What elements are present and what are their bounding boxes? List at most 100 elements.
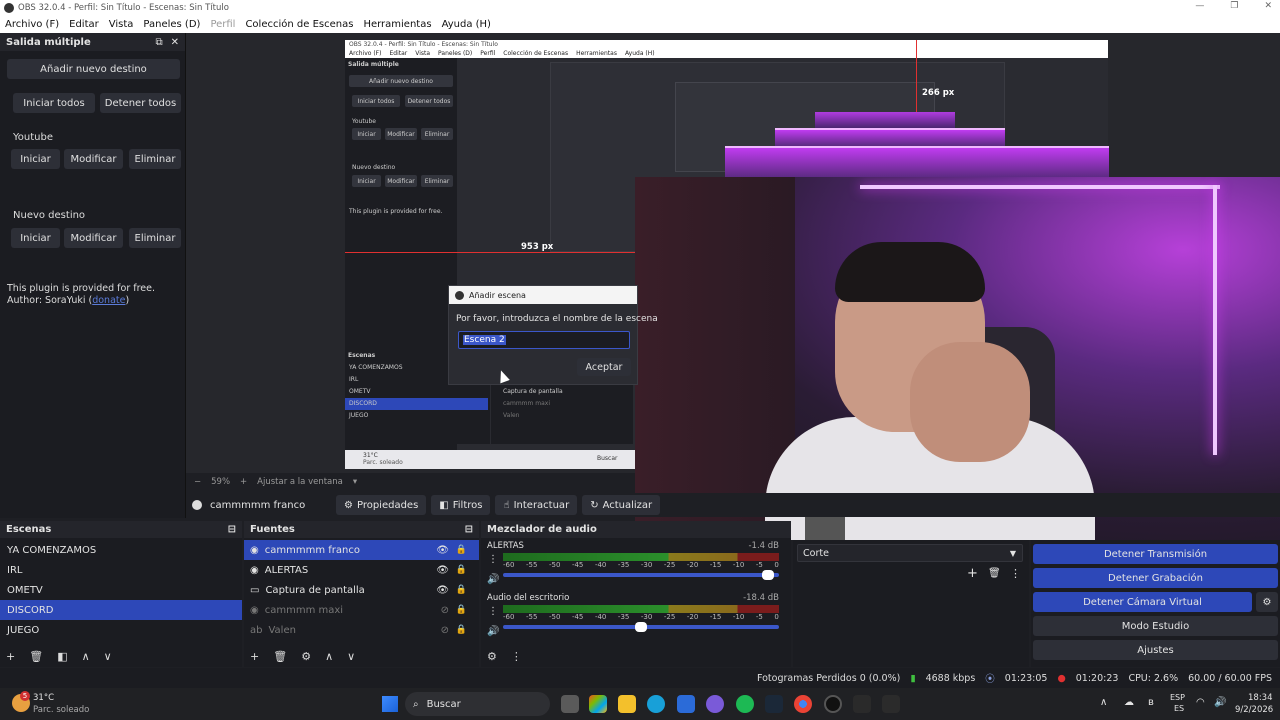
gear-icon[interactable]: ⚙ <box>301 650 311 663</box>
scene-item[interactable]: IRL <box>0 560 242 580</box>
lock-icon[interactable]: 🔒 <box>456 565 467 575</box>
cloud-icon[interactable]: ☁ <box>1124 697 1134 708</box>
transition-select[interactable]: Corte ▼ <box>797 544 1023 562</box>
add-target-button[interactable]: Añadir nuevo destino <box>7 59 180 79</box>
zoom-out-button[interactable]: − <box>194 477 201 487</box>
bluetooth-icon[interactable]: ʙ <box>1148 697 1154 708</box>
eye-hidden-icon[interactable]: ⊘ <box>441 605 449 616</box>
chevron-up-icon[interactable]: ∧ <box>82 650 90 663</box>
volume-knob[interactable] <box>635 622 647 632</box>
eye-icon[interactable]: 👁 <box>436 565 449 576</box>
lock-icon[interactable]: 🔒 <box>456 605 467 615</box>
float-icon[interactable]: ⧉ <box>155 37 162 48</box>
close-window-button[interactable]: ✕ <box>1264 1 1272 11</box>
chevron-down-icon[interactable]: ▾ <box>353 477 357 487</box>
dock-menu-icon[interactable]: ⊟ <box>465 524 473 535</box>
menu-profile[interactable]: Perfil <box>205 19 240 30</box>
scene-item[interactable]: OMETV <box>0 580 242 600</box>
add-icon[interactable]: + <box>250 650 259 663</box>
speaker-icon[interactable]: 🔊 <box>487 574 499 585</box>
studio-mode-button[interactable]: Modo Estudio <box>1033 616 1278 636</box>
delete-button[interactable]: Eliminar <box>129 149 181 169</box>
settings-button[interactable]: Ajustes <box>1033 640 1278 660</box>
chrome-icon[interactable] <box>794 695 812 713</box>
filter-icon[interactable]: ◧ <box>57 650 67 663</box>
interact-button[interactable]: ☝ Interactuar <box>495 495 578 515</box>
zoom-in-button[interactable]: + <box>240 477 247 487</box>
lock-icon[interactable]: 🔒 <box>456 625 467 635</box>
trash-icon[interactable]: 🗑 <box>29 650 43 663</box>
edge-icon[interactable] <box>647 695 665 713</box>
scene-item-selected[interactable]: DISCORD <box>0 600 242 620</box>
trash-icon[interactable]: 🗑 <box>988 568 1001 579</box>
stop-stream-button[interactable]: Detener Transmisión <box>1033 544 1278 564</box>
minimize-button[interactable]: — <box>1195 1 1204 11</box>
kebab-menu-icon[interactable]: ⋮ <box>1010 567 1021 580</box>
maximize-button[interactable]: ❐ <box>1230 1 1238 11</box>
store-icon[interactable] <box>677 695 695 713</box>
menu-tools[interactable]: Herramientas <box>358 19 436 30</box>
scene-item[interactable]: JUEGO <box>0 620 242 640</box>
steam-icon[interactable] <box>765 695 783 713</box>
spotify-icon[interactable] <box>736 695 754 713</box>
menu-scene-collection[interactable]: Colección de Escenas <box>240 19 358 30</box>
task-view-icon[interactable] <box>561 695 579 713</box>
windows-start-icon[interactable] <box>382 696 398 712</box>
eye-icon[interactable]: 👁 <box>436 585 449 596</box>
start-button[interactable]: Iniciar <box>11 149 60 169</box>
language-primary[interactable]: ESP <box>1170 693 1185 702</box>
fit-window-option[interactable]: Ajustar a la ventana <box>257 477 343 487</box>
menu-view[interactable]: Vista <box>104 19 139 30</box>
trash-icon[interactable]: 🗑 <box>273 650 287 663</box>
edit-button[interactable]: Modificar <box>64 228 123 248</box>
volume-icon[interactable]: 🔊 <box>1214 697 1226 708</box>
kebab-menu-icon[interactable]: ⋮ <box>488 606 498 617</box>
zoom-level[interactable]: 59% <box>211 477 230 487</box>
stop-virtual-camera-button[interactable]: Detener Cámara Virtual <box>1033 592 1252 612</box>
gear-icon[interactable]: ⚙ <box>1256 592 1278 612</box>
source-item[interactable]: ab Valen ⊘ 🔒 <box>244 620 479 640</box>
stop-record-button[interactable]: Detener Grabación <box>1033 568 1278 588</box>
add-icon[interactable]: + <box>6 650 15 663</box>
language-secondary[interactable]: ES <box>1174 704 1184 713</box>
source-item[interactable]: ▭ Captura de pantalla 👁 🔒 <box>244 580 479 600</box>
wifi-icon[interactable]: ◠ <box>1196 697 1205 708</box>
app-icon[interactable] <box>882 695 900 713</box>
clock-time[interactable]: 18:34 <box>1248 693 1273 703</box>
lock-icon[interactable]: 🔒 <box>456 585 467 595</box>
chevron-up-icon[interactable]: ∧ <box>1100 697 1107 708</box>
eye-icon[interactable]: 👁 <box>436 545 449 556</box>
scene-item[interactable]: YA COMENZAMOS <box>0 540 242 560</box>
kebab-menu-icon[interactable]: ⋮ <box>511 650 522 663</box>
scene-name-input[interactable]: Escena 2 <box>458 331 630 349</box>
discord-icon[interactable] <box>706 695 724 713</box>
kebab-menu-icon[interactable]: ⋮ <box>488 554 498 565</box>
menu-docks[interactable]: Paneles (D) <box>138 19 205 30</box>
volume-knob[interactable] <box>761 570 774 580</box>
copilot-icon[interactable] <box>589 695 607 713</box>
start-button[interactable]: Iniciar <box>11 228 60 248</box>
volume-slider[interactable] <box>503 622 779 632</box>
stop-all-button[interactable]: Detener todos <box>100 93 181 113</box>
properties-button[interactable]: ⚙ Propiedades <box>336 495 427 515</box>
chevron-down-icon[interactable]: ∨ <box>104 650 112 663</box>
menu-file[interactable]: Archivo (F) <box>0 19 64 30</box>
edit-button[interactable]: Modificar <box>64 149 123 169</box>
lock-icon[interactable]: 🔒 <box>456 545 467 555</box>
chevron-up-icon[interactable]: ∧ <box>325 650 333 663</box>
dock-menu-icon[interactable]: ⊟ <box>228 524 236 535</box>
accept-button[interactable]: Aceptar <box>577 358 631 376</box>
menu-help[interactable]: Ayuda (H) <box>437 19 496 30</box>
volume-slider[interactable] <box>503 570 779 580</box>
donate-link[interactable]: donate <box>92 295 125 306</box>
source-item[interactable]: ◉ ALERTAS 👁 🔒 <box>244 560 479 580</box>
filters-button[interactable]: ◧ Filtros <box>431 495 491 515</box>
start-all-button[interactable]: Iniciar todos <box>13 93 95 113</box>
source-item[interactable]: ◉ cammmm maxi ⊘ 🔒 <box>244 600 479 620</box>
eye-hidden-icon[interactable]: ⊘ <box>441 625 449 636</box>
delete-button[interactable]: Eliminar <box>129 228 181 248</box>
capcut-icon[interactable] <box>853 695 871 713</box>
close-icon[interactable]: ✕ <box>171 37 179 48</box>
search-box[interactable]: ⌕ Buscar <box>405 692 550 716</box>
chevron-down-icon[interactable]: ∨ <box>347 650 355 663</box>
